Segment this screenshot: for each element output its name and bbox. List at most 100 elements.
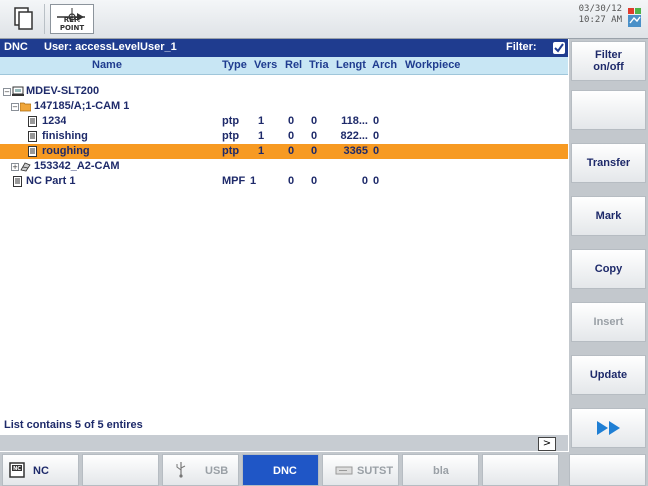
file-vers: 1	[258, 145, 265, 157]
cam1-label: 147185/A;1-CAM 1	[34, 100, 130, 112]
horizontal-scrollbar[interactable]: >	[0, 435, 568, 451]
col-type[interactable]: Type	[222, 59, 252, 71]
softkey-empty-h2[interactable]	[82, 454, 159, 486]
file-icon	[28, 116, 37, 127]
scroll-right-button[interactable]: >	[538, 437, 556, 451]
file-icon	[28, 131, 37, 142]
horizontal-softkey-bar: NC NC USB DNC SUTST bla	[0, 452, 648, 486]
next-page-button[interactable]	[571, 408, 646, 448]
dnc-label: DNC	[273, 465, 297, 477]
bla-button[interactable]: bla	[402, 454, 479, 486]
file-row[interactable]: NC Part 1 MPF 1 0 0 0 0	[0, 174, 568, 189]
dnc-tab-active[interactable]: DNC	[242, 454, 319, 486]
update-button[interactable]: Update	[571, 355, 646, 395]
svg-text:NC: NC	[13, 466, 21, 472]
file-length: 118...	[341, 115, 368, 127]
file-length: 822...	[340, 130, 368, 142]
nc-button[interactable]: NC NC	[2, 454, 79, 486]
file-tria: 0	[311, 130, 318, 142]
folder-icon	[20, 102, 31, 112]
file-icon	[13, 176, 22, 187]
file-vers: 1	[250, 175, 257, 187]
tree-row-root[interactable]: − MDEV-SLT200	[0, 84, 568, 99]
col-rel[interactable]: Rel	[285, 59, 307, 71]
file-name: finishing	[42, 130, 88, 142]
insert-label: Insert	[593, 316, 624, 328]
file-rel: 0	[288, 115, 295, 127]
file-arch: 0	[373, 130, 380, 142]
cam2-label: 153342_A2-CAM	[34, 160, 120, 172]
file-tree: − MDEV-SLT200 − 147185/A;1-CAM 1 1234 pt…	[0, 75, 568, 415]
time-text: 10:27 AM	[578, 15, 622, 25]
tree-row-cam1[interactable]: − 147185/A;1-CAM 1	[0, 99, 568, 114]
checkmark-icon	[554, 43, 564, 53]
ref-point-icon[interactable]: REF. POINT	[50, 4, 94, 34]
user-label: User: accessLevelUser_1	[44, 41, 177, 53]
file-row[interactable]: finishing ptp 1 0 0 822... 0	[0, 129, 568, 144]
windows-icon[interactable]	[6, 4, 40, 34]
col-length[interactable]: Lengt	[336, 59, 370, 71]
collapse-toggle[interactable]: −	[11, 103, 19, 111]
file-name: 1234	[42, 115, 67, 127]
file-row-selected[interactable]: roughing ptp 1 0 0 3365 0	[0, 144, 568, 159]
transfer-label: Transfer	[586, 157, 631, 169]
filter-checkbox[interactable]	[553, 42, 565, 54]
file-tria: 0	[311, 175, 318, 187]
file-type: ptp	[222, 145, 240, 157]
vertical-softkey-bar: Filter on/off Transfer Mark Copy Insert …	[569, 39, 648, 452]
tree-row-cam2[interactable]: + 153342_A2-CAM	[0, 159, 568, 174]
file-rel: 0	[288, 175, 295, 187]
expand-toggle[interactable]: +	[11, 163, 19, 171]
softkey-empty-h8[interactable]	[569, 454, 646, 486]
col-name[interactable]: Name	[92, 59, 152, 71]
file-rel: 0	[288, 130, 295, 142]
mark-label: Mark	[595, 210, 622, 222]
filter-label: Filter:	[506, 41, 537, 53]
col-workpiece[interactable]: Workpiece	[405, 59, 485, 71]
collapse-toggle[interactable]: −	[3, 88, 11, 96]
file-vers: 1	[258, 130, 265, 142]
usb-icon	[176, 462, 186, 478]
file-name: roughing	[42, 145, 90, 157]
cam-icon	[20, 162, 31, 172]
topbar-divider	[44, 4, 45, 34]
copy-button[interactable]: Copy	[571, 249, 646, 289]
bla-label: bla	[433, 465, 449, 477]
sutst-button[interactable]: SUTST	[322, 454, 399, 486]
col-arch[interactable]: Arch	[372, 59, 402, 71]
file-arch: 0	[373, 145, 380, 157]
filter-toggle-button[interactable]: Filter on/off	[571, 41, 646, 81]
file-length: 0	[361, 175, 368, 187]
col-tria[interactable]: Tria	[309, 59, 335, 71]
machine-icon	[12, 86, 24, 96]
file-row[interactable]: 1234 ptp 1 0 0 118... 0	[0, 114, 568, 129]
usb-label: USB	[205, 465, 229, 477]
nc-label: NC	[33, 465, 49, 477]
file-tria: 0	[311, 145, 318, 157]
dnc-header-bar: DNC User: accessLevelUser_1 Filter:	[0, 39, 568, 57]
col-vers[interactable]: Vers	[254, 59, 284, 71]
copy-label: Copy	[594, 263, 623, 275]
file-type: ptp	[222, 115, 240, 127]
usb-button[interactable]: USB	[162, 454, 239, 486]
insert-button[interactable]: Insert	[571, 302, 646, 342]
file-name: NC Part 1	[26, 175, 76, 187]
softkey-empty-h7[interactable]	[482, 454, 559, 486]
nc-icon: NC	[9, 462, 25, 478]
file-icon	[28, 146, 37, 157]
column-header-row: Name Type Vers Rel Tria Lengt Arch Workp…	[0, 57, 568, 75]
softkey-empty-2[interactable]	[571, 90, 646, 130]
file-type: MPF	[222, 175, 246, 187]
file-type: ptp	[222, 130, 240, 142]
list-count-text: List contains 5 of 5 entires	[4, 419, 143, 431]
date-text: 03/30/12	[578, 4, 622, 14]
transfer-button[interactable]: Transfer	[571, 143, 646, 183]
update-label: Update	[589, 369, 628, 381]
dnc-screen: REF. POINT 03/30/12 10:27 AM DNC User: a…	[0, 0, 648, 486]
app-name: DNC	[4, 41, 28, 53]
channel-status-icon	[626, 6, 644, 30]
mark-button[interactable]: Mark	[571, 196, 646, 236]
list-status: List contains 5 of 5 entires	[0, 418, 568, 434]
file-length: 3365	[343, 145, 368, 157]
file-arch: 0	[373, 175, 380, 187]
